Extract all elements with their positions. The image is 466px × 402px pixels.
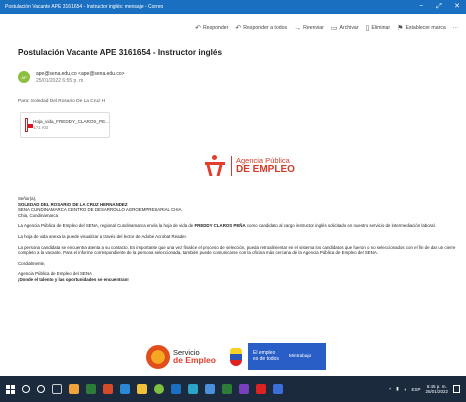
message-subject: Postulación Vacante APE 3161654 - Instru… — [18, 48, 223, 57]
message-toolbar: ↶ Responder ↶ Responder a todos → Reenvi… — [195, 22, 458, 34]
clock[interactable]: 6:45 p. m. 25/01/2022 — [425, 384, 448, 394]
teams-icon[interactable] — [239, 384, 249, 394]
servicio-empleo-logo-icon — [146, 344, 170, 369]
forward-button[interactable]: → Reenviar — [294, 25, 324, 32]
body-paragraph-2: La hoja de vida anexa la puede visualiza… — [18, 233, 187, 239]
forward-icon: → — [294, 24, 302, 32]
network-icon[interactable]: ▮ — [396, 386, 398, 392]
window-titlebar: Postulación Vacante APE 3161654 - Instru… — [0, 0, 466, 14]
file-explorer-icon[interactable] — [69, 384, 79, 394]
recipient-line: Para: Soledad Del Rosario De La Cruz H — [18, 99, 106, 104]
task-view-icon[interactable] — [52, 384, 62, 394]
closing: Cordialmente, — [18, 260, 46, 266]
reply-button[interactable]: ↶ Responder — [195, 25, 228, 32]
excel-icon[interactable] — [86, 384, 96, 394]
set-flag-button[interactable]: ⚑ Establecer marca — [397, 25, 446, 32]
recipient-city: Chia, Cundinamarca — [18, 212, 59, 218]
folder-icon[interactable] — [137, 384, 147, 394]
store-icon[interactable] — [188, 384, 198, 394]
candidate-name: FREDDY CLAROS PEÑA — [194, 223, 246, 229]
forward-label: Reenviar — [303, 25, 324, 31]
notifications-icon[interactable] — [453, 385, 460, 393]
archive-icon: ▭ — [330, 24, 338, 32]
photos-icon[interactable] — [273, 384, 283, 394]
language-indicator[interactable]: ESP — [411, 387, 420, 392]
avatar: AP — [18, 71, 30, 83]
body-paragraph-3: La persona candidata se encuentra atenta… — [18, 244, 456, 256]
system-tray: ^ ▮ ◖ ESP 6:45 p. m. 25/01/2022 — [389, 384, 466, 394]
windows-taskbar: ^ ▮ ◖ ESP 6:45 p. m. 25/01/2022 — [0, 376, 466, 402]
minimize-button[interactable]: − — [412, 0, 430, 14]
app-icon[interactable] — [154, 384, 164, 394]
body-paragraph-1: La Agencia Pública de Empleo del SENA, r… — [18, 223, 436, 229]
mail-icon[interactable] — [171, 384, 181, 394]
empleo-line2: es de todos — [252, 355, 279, 362]
footer-banner: Servicio de Empleo El empleo es de todos… — [146, 343, 326, 370]
window-title: Postulación Vacante APE 3161654 - Instru… — [5, 4, 164, 10]
maximize-button[interactable]: ⤢ — [430, 0, 448, 14]
signature-line-1: Agencia Pública de Empleo del SENA — [18, 271, 92, 277]
start-button[interactable] — [6, 384, 15, 394]
attachment-size: 171 KB — [33, 125, 49, 130]
message-date: 25/01/2022 6:55 p. m. — [36, 78, 85, 84]
attachment-card[interactable]: Hoja_vida_FREDDY_CLAROS_PE... 171 KB — [20, 112, 110, 138]
archive-button[interactable]: ▭ Archivar — [331, 25, 359, 32]
ministry-label: Mintrabajo — [288, 354, 312, 359]
sena-logo-icon — [203, 155, 227, 177]
servicio-line2: de Empleo — [173, 355, 216, 365]
reply-icon: ↶ — [195, 24, 202, 32]
trash-icon: ▯ — [365, 24, 370, 32]
more-actions-button[interactable]: ··· — [453, 25, 458, 31]
agencia-publica-logo: Agencia Pública DE EMPLEO — [203, 155, 295, 177]
greeting: Señor(a), — [18, 196, 37, 201]
flag-icon: ⚑ — [397, 24, 404, 32]
acrobat-icon[interactable] — [256, 384, 266, 394]
chrome-icon[interactable] — [103, 384, 113, 394]
empleo-de-todos-banner: El empleo es de todos Mintrabajo — [247, 343, 326, 370]
logo-line2: DE EMPLEO — [236, 163, 295, 175]
edge-icon[interactable] — [120, 384, 130, 394]
message-sender: AP ape@sena.edu.co <ape@sena.edu.co> 25/… — [18, 71, 125, 85]
volume-icon[interactable]: ◖ — [404, 387, 407, 392]
word-icon[interactable] — [205, 384, 215, 394]
search-icon[interactable] — [22, 385, 30, 393]
reply-all-button[interactable]: ↶ Responder a todos — [235, 25, 287, 32]
cortana-icon[interactable] — [37, 385, 45, 393]
reply-label: Responder — [203, 25, 229, 31]
pdf-file-icon — [25, 118, 34, 132]
archive-label: Archivar — [339, 25, 359, 31]
sheets-icon[interactable] — [222, 384, 232, 394]
delete-button[interactable]: ▯ Eliminar — [366, 25, 391, 32]
close-button[interactable]: ✕ — [448, 0, 466, 14]
recipient-name: SOLEDAD DEL ROSARIO DE LA CRUZ HERNANDEZ — [18, 201, 128, 207]
reply-all-label: Responder a todos — [243, 25, 288, 31]
colombia-crest-icon — [229, 347, 242, 366]
message-body: Señor(a), SOLEDAD DEL ROSARIO DE LA CRUZ… — [18, 196, 458, 288]
logo-divider — [231, 156, 232, 176]
delete-label: Eliminar — [371, 25, 391, 31]
reply-all-icon: ↶ — [235, 24, 242, 32]
set-flag-label: Establecer marca — [405, 25, 446, 31]
sender-address[interactable]: ape@sena.edu.co <ape@sena.edu.co> — [36, 71, 125, 78]
recipient-org: SENA CUNDINAMARCA CENTRO DE DESARROLLO A… — [18, 207, 182, 213]
tray-chevron-icon[interactable]: ^ — [389, 387, 391, 392]
signature-line-2: ¡Donde el talento y las oportunidades se… — [18, 276, 129, 282]
